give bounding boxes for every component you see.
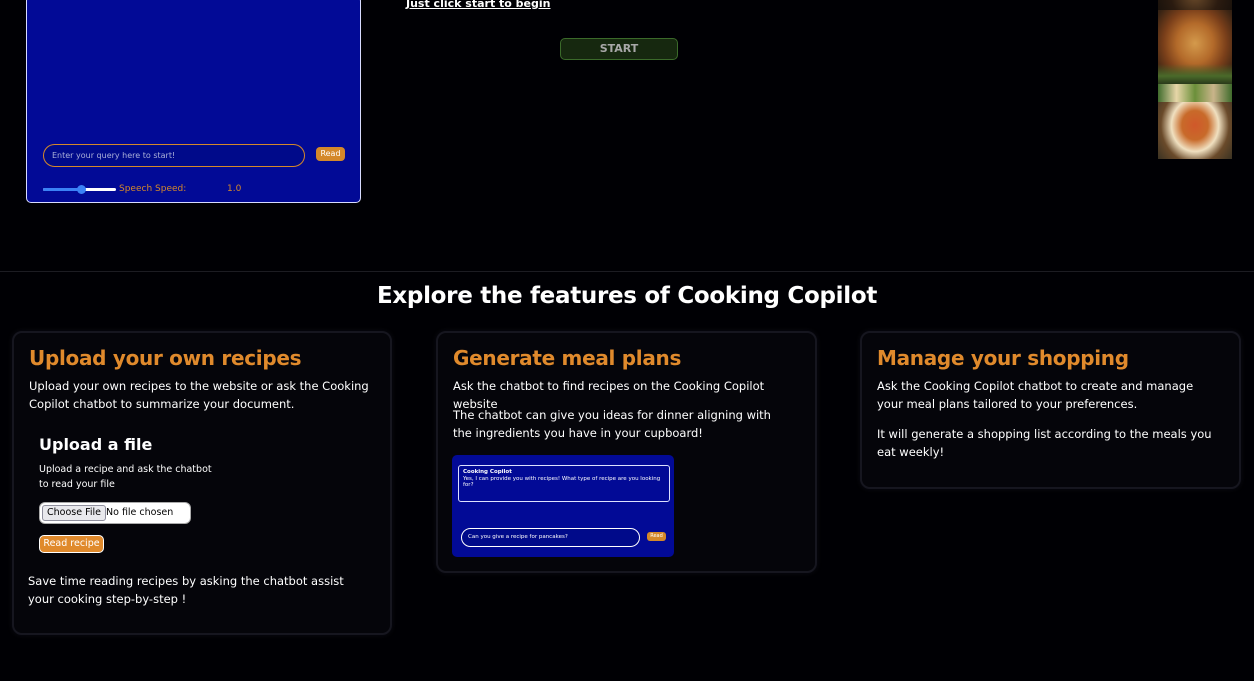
upload-file-title: Upload a file	[39, 435, 153, 454]
card-text-upload: Upload your own recipes to the website o…	[29, 379, 369, 411]
choose-file-button[interactable]: Choose File	[42, 505, 106, 521]
query-input[interactable]	[43, 144, 305, 167]
preview-input: Can you give a recipe for pancakes?	[461, 528, 640, 547]
card-title-shopping: Manage your shopping	[877, 346, 1129, 370]
speech-speed-slider-thumb[interactable]	[77, 185, 86, 194]
preview-read-button: Read	[647, 532, 666, 541]
food-image-side-dishes	[1158, 84, 1232, 102]
speech-speed-label: Speech Speed:	[119, 184, 187, 194]
start-hint-link[interactable]: Just click start to begin	[406, 0, 550, 10]
file-input[interactable]: Choose File No file chosen	[39, 502, 191, 524]
card-title-upload: Upload your own recipes	[29, 346, 302, 370]
card-footer-upload: Save time reading recipes by asking the …	[28, 574, 344, 606]
chat-panel	[26, 0, 361, 203]
speech-speed-value: 1.0	[227, 184, 242, 194]
read-recipe-button[interactable]: Read recipe	[39, 535, 104, 553]
card-text-shopping-2: It will generate a shopping list accordi…	[877, 427, 1212, 459]
upload-file-desc: Upload a recipe and ask the chatbot to r…	[39, 464, 212, 490]
preview-message: Cooking Copilot Yes, I can provide you w…	[458, 465, 670, 502]
features-title: Explore the features of Cooking Copilot	[376, 283, 878, 309]
preview-message-text: Yes, I can provide you with recipes! Wha…	[463, 476, 661, 488]
speech-speed-slider-fill	[43, 188, 81, 191]
preview-sender: Cooking Copilot	[463, 469, 512, 475]
start-button[interactable]: START	[560, 38, 678, 60]
read-button[interactable]: Read	[316, 147, 345, 161]
food-image-garnish	[1158, 64, 1232, 84]
section-divider	[0, 271, 1254, 272]
food-image-pan	[1158, 0, 1232, 10]
file-status: No file chosen	[106, 507, 174, 518]
card-text-shopping-1: Ask the Cooking Copilot chatbot to creat…	[877, 379, 1194, 411]
card-text-meal-plans-2: The chatbot can give you ideas for dinne…	[453, 408, 771, 440]
food-image-strip	[1158, 0, 1232, 159]
card-title-meal-plans: Generate meal plans	[453, 346, 682, 370]
